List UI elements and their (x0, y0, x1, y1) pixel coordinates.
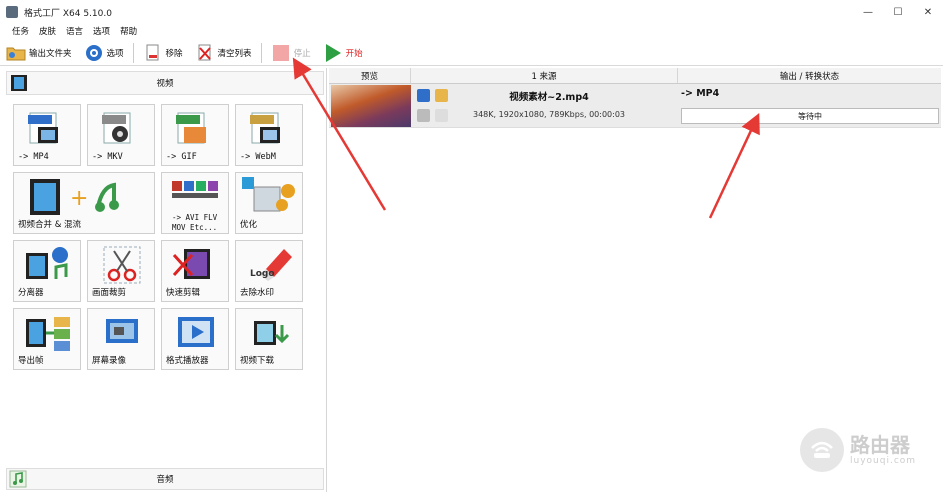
mkv-file-icon (102, 112, 131, 144)
stop-icon (271, 43, 291, 63)
screen-record-icon (106, 319, 138, 343)
tile-splitter[interactable]: 分离器 (13, 240, 81, 302)
remove-icon (143, 43, 163, 63)
video-category-header[interactable]: 视频 (6, 71, 324, 95)
output-folder-button[interactable]: 输出文件夹 (0, 41, 78, 65)
status-badge: 等待中 (681, 108, 939, 124)
splitter-icon (26, 247, 68, 279)
header-source[interactable]: 1 来源 (411, 68, 678, 83)
minimize-icon[interactable]: — (853, 0, 883, 24)
menu-skin[interactable]: 皮肤 (39, 25, 56, 37)
window-title: 格式工厂 X64 5.10.0 (24, 8, 112, 19)
settings-icon[interactable] (417, 109, 430, 122)
tile-export-frames[interactable]: 导出帧 (13, 308, 81, 370)
source-filename: 视频素材~2.mp4 (509, 92, 589, 103)
options-gear-icon (84, 43, 104, 63)
watermark-name: 路由器 (850, 433, 910, 457)
tile-optimize[interactable]: 优化 (235, 172, 303, 234)
info-icon[interactable] (417, 89, 430, 102)
tile-to-avi-flv-mov[interactable]: -> AVI FLV MOV Etc... (161, 172, 229, 234)
table-row[interactable]: 视频素材~2.mp4 348K, 1920x1080, 789Kbps, 00:… (329, 84, 941, 128)
gif-file-icon (176, 112, 206, 144)
merge-icon: + (30, 179, 119, 215)
start-button[interactable]: 开始 (317, 41, 369, 65)
task-table-header: 预览 1 来源 输出 / 转换状态 (329, 68, 941, 84)
svg-text:+: + (70, 186, 88, 211)
menu-language[interactable]: 语言 (66, 25, 83, 37)
tile-video-merge[interactable]: + 视频合并 & 混流 (13, 172, 155, 234)
clear-list-icon (195, 43, 215, 63)
menu-help[interactable]: 帮助 (120, 25, 137, 37)
quick-clip-icon (172, 249, 210, 279)
tile-to-gif[interactable]: -> GIF (161, 104, 229, 166)
toolbar: 输出文件夹 选项 移除 清空列表 停止 开始 (0, 40, 943, 66)
tile-to-webm[interactable]: -> WebM (235, 104, 303, 166)
tile-screen-record[interactable]: 屏幕录像 (87, 308, 155, 370)
optimize-icon (242, 177, 295, 212)
film-icon (11, 75, 27, 91)
menu-bar: 任务 皮肤 语言 选项 帮助 (0, 24, 147, 38)
player-icon (178, 317, 214, 347)
scissors-icon (103, 246, 141, 284)
header-preview[interactable]: 预览 (329, 68, 411, 83)
tile-to-mp4[interactable]: -> MP4 (13, 104, 81, 166)
tile-to-mkv[interactable]: -> MKV (87, 104, 155, 166)
format-strip-icon (172, 181, 218, 198)
clear-list-button[interactable]: 清空列表 (189, 41, 258, 65)
export-frames-icon (26, 317, 70, 351)
eraser-icon (260, 249, 292, 281)
folder-icon (6, 43, 26, 63)
webm-file-icon (250, 112, 280, 144)
audio-category-header[interactable]: 音频 (6, 468, 324, 490)
tile-format-player[interactable]: 格式播放器 (161, 308, 229, 370)
video-thumbnail (331, 85, 411, 127)
router-logo-icon (800, 428, 844, 472)
mp4-file-icon (28, 112, 58, 144)
download-icon (254, 321, 290, 345)
tile-video-download[interactable]: 视频下载 (235, 308, 303, 370)
stop-button[interactable]: 停止 (265, 41, 317, 65)
maximize-icon[interactable]: ☐ (883, 0, 913, 24)
music-note-icon (9, 470, 27, 488)
watermark-domain: luyouqi.com (850, 456, 917, 466)
window-controls: — ☐ ✕ (853, 0, 943, 24)
tile-quick-clip[interactable]: 快速剪辑 (161, 240, 229, 302)
tile-crop[interactable]: 画面裁剪 (87, 240, 155, 302)
toolbar-divider (132, 42, 134, 63)
toolbar-divider (260, 42, 262, 63)
function-panel: 视频 -> MP4 -> MKV -> GIF -> WebM + 视频合并 &… (0, 68, 327, 492)
remove-button[interactable]: 移除 (137, 41, 189, 65)
play-icon (323, 43, 343, 63)
menu-task[interactable]: 任务 (12, 25, 29, 37)
title-bar: 格式工厂 X64 5.10.0 — ☐ ✕ (0, 0, 943, 24)
menu-options[interactable]: 选项 (93, 25, 110, 37)
app-icon (6, 6, 18, 18)
close-icon[interactable]: ✕ (913, 0, 943, 24)
watermark: 路由器 luyouqi.com (800, 428, 916, 472)
output-format: -> MP4 (681, 88, 720, 99)
source-meta: 348K, 1920x1080, 789Kbps, 00:00:03 (473, 110, 625, 119)
header-output-status[interactable]: 输出 / 转换状态 (678, 68, 941, 83)
logo-text: Logo (250, 269, 275, 279)
tile-remove-watermark[interactable]: Logo 去除水印 (235, 240, 303, 302)
options-button[interactable]: 选项 (78, 41, 130, 65)
